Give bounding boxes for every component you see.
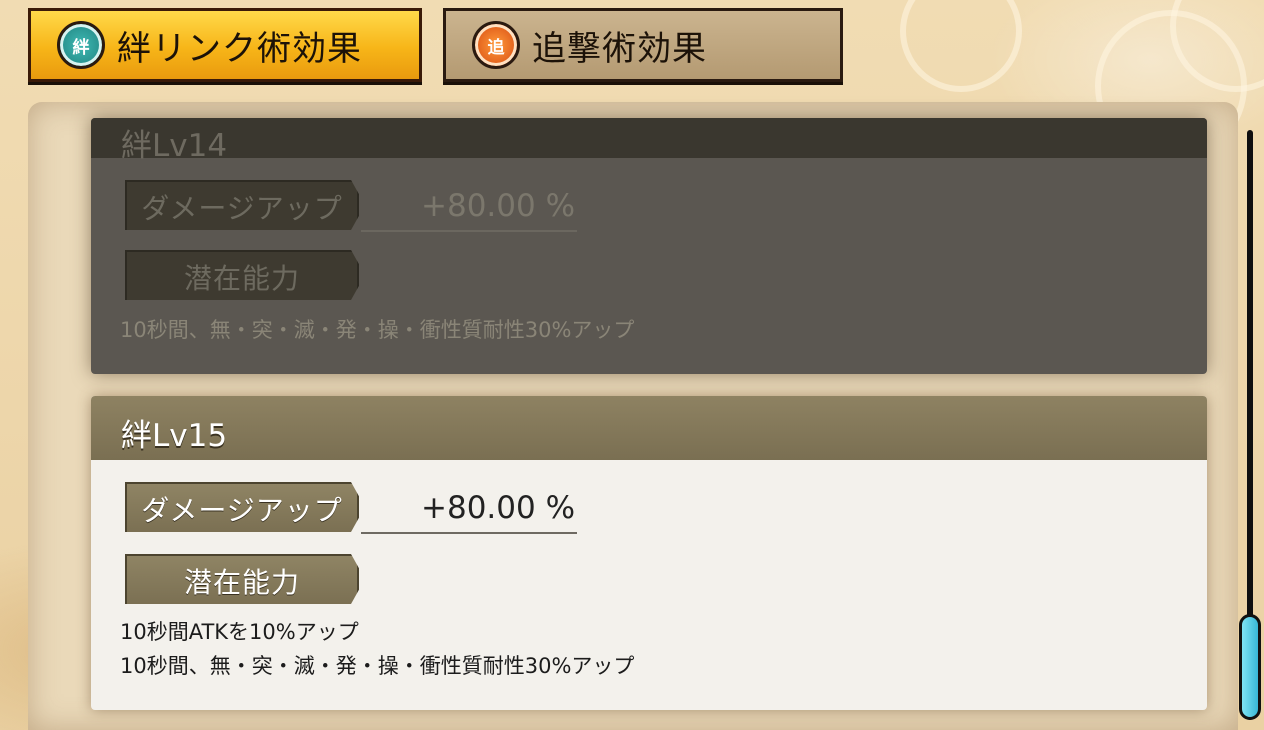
background-swirl [900, 0, 1022, 92]
value-underline [361, 532, 577, 534]
bond-badge-icon: 絆 [57, 21, 105, 69]
tab-bond-link-effect[interactable]: 絆 絆リンク術効果 [28, 8, 422, 82]
damage-up-tag: ダメージアップ [125, 180, 359, 230]
ability-description: 10秒間、無・突・滅・発・操・衝性質耐性30%アップ [120, 654, 635, 678]
scrollbar-thumb[interactable] [1239, 614, 1261, 720]
bond-level-card-15: 絆Lv15 ダメージアップ +80.00 % 潜在能力 10秒間ATKを10%ア… [91, 396, 1207, 710]
tab-label: 絆リンク術効果 [117, 28, 362, 69]
card-title: 絆Lv15 [121, 418, 228, 454]
ability-description: 10秒間ATKを10%アップ [120, 620, 359, 644]
damage-up-value: +80.00 % [421, 490, 576, 526]
damage-up-tag: ダメージアップ [125, 482, 359, 532]
ability-description: 10秒間、無・突・滅・発・操・衝性質耐性30%アップ [120, 318, 635, 342]
tab-chase-effect[interactable]: 追 追撃術効果 [443, 8, 843, 82]
damage-up-value: +80.00 % [421, 188, 576, 224]
potential-ability-tag: 潜在能力 [125, 250, 359, 300]
chase-badge-icon: 追 [472, 21, 520, 69]
card-header: 絆Lv14 [91, 118, 1207, 164]
card-title: 絆Lv14 [121, 128, 228, 164]
value-underline [361, 230, 577, 232]
bond-level-card-14: 絆Lv14 ダメージアップ +80.00 % 潜在能力 10秒間、無・突・滅・発… [91, 118, 1207, 374]
card-header: 絆Lv15 [91, 396, 1207, 460]
tab-label: 追撃術効果 [532, 28, 707, 69]
potential-ability-tag: 潜在能力 [125, 554, 359, 604]
